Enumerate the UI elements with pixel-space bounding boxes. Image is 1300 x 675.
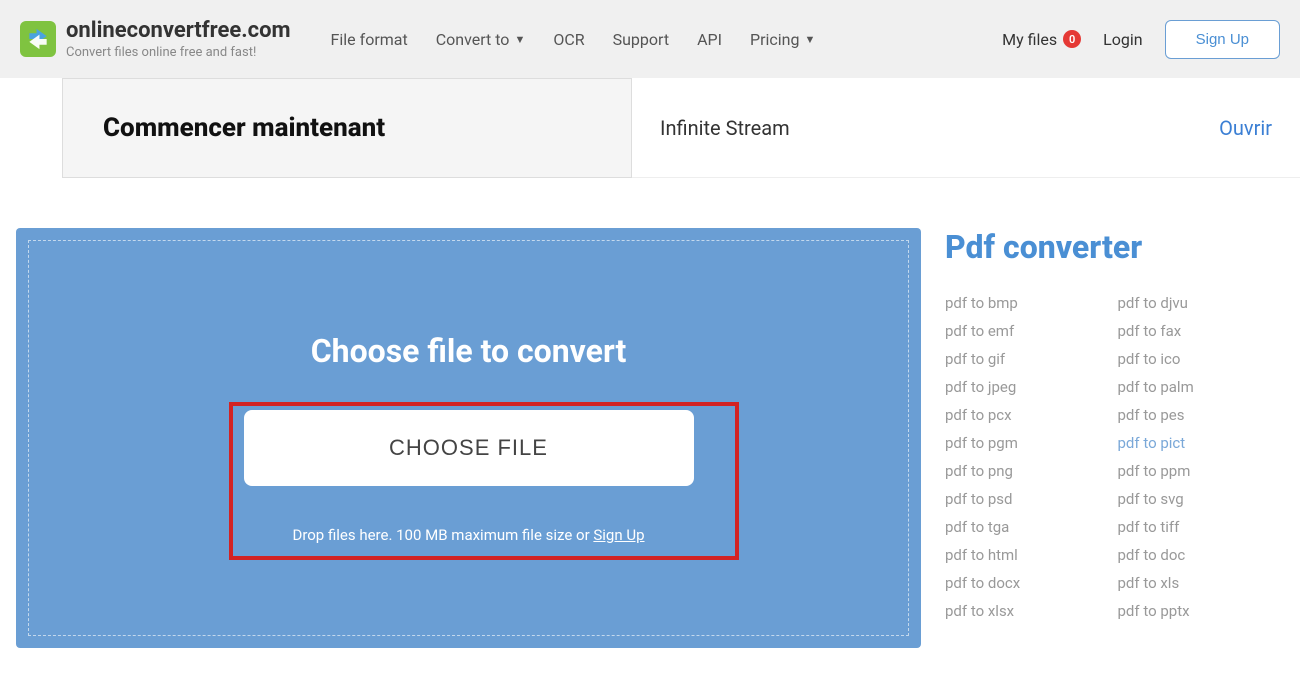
converter-link[interactable]: pdf to palm [1118, 378, 1281, 396]
logo[interactable]: onlineconvertfree.com Convert files onli… [20, 18, 291, 60]
converter-link[interactable]: pdf to psd [945, 490, 1108, 508]
banner-right: Infinite Stream Ouvrir [632, 78, 1300, 178]
sidebar: Pdf converter pdf to bmppdf to djvupdf t… [945, 228, 1300, 648]
header: onlineconvertfree.com Convert files onli… [0, 0, 1300, 78]
converter-link[interactable]: pdf to pict [1118, 434, 1281, 452]
converter-link[interactable]: pdf to svg [1118, 490, 1281, 508]
converter-link[interactable]: pdf to pcx [945, 406, 1108, 424]
chevron-down-icon: ▼ [804, 33, 815, 46]
main: Choose file to convert CHOOSE FILE Drop … [0, 178, 1300, 648]
converter-list: pdf to bmp pdf to djvu pdf to emf pdf to fa… [945, 294, 1280, 620]
signup-button[interactable]: Sign Up [1165, 20, 1280, 59]
my-files-badge: 0 [1063, 30, 1081, 48]
dropzone-hint-text: Drop files here. 100 MB maximum file siz… [292, 526, 593, 544]
dropzone-signup-link[interactable]: Sign Up [593, 526, 644, 544]
banner-open-link[interactable]: Ouvrir [1219, 116, 1272, 140]
site-name: onlineconvertfree.com [66, 18, 291, 43]
converter-link[interactable]: pdf to djvu [1118, 294, 1281, 312]
converter-link[interactable]: pdf to emf [945, 322, 1108, 340]
sidebar-title: Pdf converter [945, 228, 1280, 266]
converter-link[interactable]: pdf to jpeg [945, 378, 1108, 396]
chevron-down-icon: ▼ [514, 33, 525, 46]
converter-link[interactable]: pdf to doc [1118, 546, 1281, 564]
nav-api[interactable]: API [697, 30, 722, 49]
nav: File format Convert to ▼ OCR Support API… [331, 30, 816, 49]
converter-link[interactable]: pdf to pptx [1118, 602, 1281, 620]
converter-link[interactable]: pdf to png [945, 462, 1108, 480]
converter-link[interactable]: pdf to tiff [1118, 518, 1281, 536]
converter-link[interactable]: pdf to ppm [1118, 462, 1281, 480]
banner-row: Commencer maintenant Infinite Stream Ouv… [0, 78, 1300, 178]
converter-link[interactable]: pdf to tga [945, 518, 1108, 536]
banner-left-text: Commencer maintenant [103, 113, 385, 143]
nav-convert-to[interactable]: Convert to ▼ [436, 30, 526, 49]
login-link[interactable]: Login [1103, 30, 1142, 49]
converter-link[interactable]: pdf to xls [1118, 574, 1281, 592]
nav-ocr[interactable]: OCR [553, 30, 584, 49]
dropzone-title: Choose file to convert [311, 332, 627, 370]
nav-support[interactable]: Support [613, 30, 669, 49]
nav-pricing-label: Pricing [750, 30, 800, 49]
converter-link[interactable]: pdf to gif [945, 350, 1108, 368]
my-files-label: My files [1002, 30, 1057, 49]
nav-pricing[interactable]: Pricing ▼ [750, 30, 815, 49]
logo-text: onlineconvertfree.com Convert files onli… [66, 18, 291, 60]
converter-link[interactable]: pdf to bmp [945, 294, 1108, 312]
converter-link[interactable]: pdf to pes [1118, 406, 1281, 424]
banner-left[interactable]: Commencer maintenant [62, 78, 632, 178]
converter-link[interactable]: pdf to fax [1118, 322, 1281, 340]
dropzone-hint: Drop files here. 100 MB maximum file siz… [292, 526, 644, 544]
converter-link[interactable]: pdf to pgm [945, 434, 1108, 452]
choose-file-button[interactable]: CHOOSE FILE [244, 410, 694, 486]
nav-convert-to-label: Convert to [436, 30, 510, 49]
converter-link[interactable]: pdf to html [945, 546, 1108, 564]
right-nav: My files 0 Login Sign Up [1002, 20, 1280, 59]
converter-link[interactable]: pdf to xlsx [945, 602, 1108, 620]
banner-right-title: Infinite Stream [660, 116, 790, 140]
site-tagline: Convert files online free and fast! [66, 45, 291, 60]
my-files-link[interactable]: My files 0 [1002, 30, 1081, 49]
dropzone[interactable]: Choose file to convert CHOOSE FILE Drop … [16, 228, 921, 648]
converter-link[interactable]: pdf to docx [945, 574, 1108, 592]
dropzone-inner: Choose file to convert CHOOSE FILE Drop … [28, 240, 909, 636]
converter-link[interactable]: pdf to ico [1118, 350, 1281, 368]
logo-icon [20, 21, 56, 57]
nav-file-format[interactable]: File format [331, 30, 408, 49]
